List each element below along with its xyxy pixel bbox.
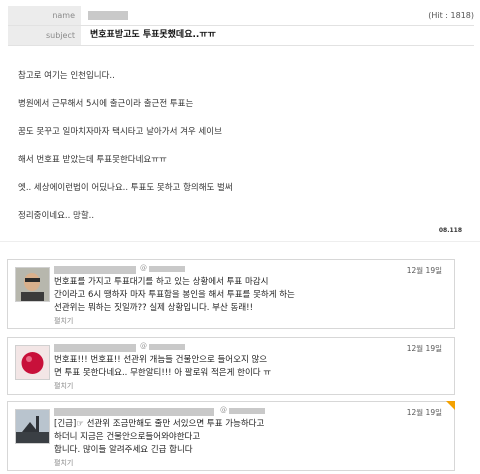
avatar xyxy=(15,409,50,444)
post-body-line: 병원에서 근무해서 5시에 출근이라 출근전 투표는 xyxy=(18,99,194,109)
tweet-text-line: [긴급]☞ 선관위 조금만해도 줄만 서있으면 투표 가능하다고 xyxy=(54,419,265,429)
tweet-date[interactable]: 12월 19일 xyxy=(407,407,442,418)
redacted-display-name xyxy=(54,344,136,352)
tweet-text-line: 하더니 지금은 건물안으로들어와야한다고 xyxy=(54,432,201,442)
post-body-line: 정리중이네요.. 망할.. xyxy=(18,211,95,221)
corner-flag-icon xyxy=(446,401,455,410)
redacted-handle xyxy=(149,344,185,350)
tweet-date[interactable]: 12월 19일 xyxy=(407,265,442,276)
avatar xyxy=(15,267,50,302)
tweet-text-line: 번호표!!! 번호표!! 선관위 개늠들 건물안으로 들어오지 않으 xyxy=(54,355,268,365)
name-label: name xyxy=(8,6,81,25)
tweet-card: @ 12월 19일 [긴급]☞ 선관위 조금만해도 줄만 서있으면 투표 가능하… xyxy=(7,401,455,471)
redacted-display-name xyxy=(54,266,136,274)
expand-link[interactable]: 펼치기 xyxy=(54,316,73,326)
expand-link[interactable]: 펼치기 xyxy=(54,381,73,391)
post-header: name (Hit : 1818) subject 변호표받고도 투표못했데요.… xyxy=(8,6,474,46)
section-divider xyxy=(0,241,480,242)
tweet-card: @ 12월 19일 번호표를 가지고 투표대기를 하고 있는 상황에서 투표 마… xyxy=(7,259,455,329)
user-photo-icon xyxy=(16,410,49,443)
post-subject: 변호표받고도 투표못했데요..ㅠㅠ xyxy=(90,30,216,40)
tweet-date[interactable]: 12월 19일 xyxy=(407,343,442,354)
post-body-line: 엣.. 세상에이런법이 어딨나요.. 투표도 못하고 항의해도 벌써 xyxy=(18,183,233,193)
name-row: name (Hit : 1818) xyxy=(8,6,474,26)
avatar xyxy=(15,345,50,380)
redacted-handle xyxy=(149,266,185,272)
redacted-author-name xyxy=(88,11,128,20)
expand-link[interactable]: 펼치기 xyxy=(54,458,73,468)
hit-count: (Hit : 1818) xyxy=(428,11,474,20)
tweet-handle: @ xyxy=(220,406,227,414)
tweet-text-line: 면 투표 못한다네요.. 무한알티!!! 아 팔로워 적은게 한이다 ㅠ xyxy=(54,368,272,378)
redacted-handle xyxy=(229,408,265,414)
tweet-text-line: 합니다. 많이들 알려주세요 긴급 합니다 xyxy=(54,445,193,455)
post-body-line: 꿈도 못꾸고 일마치자마자 택시타고 날아가서 겨우 세이브 xyxy=(18,127,222,137)
user-photo-icon xyxy=(16,268,49,301)
tweet-text-line: 선관위는 뭐하는 짓일까?? 실제 상황입니다. 부산 동래!! xyxy=(54,303,253,313)
tweet-text-line: 간이라고 6시 땡하자 마자 투표함을 봉인을 해서 투표를 못하게 하는 xyxy=(54,290,295,300)
subject-row: subject 변호표받고도 투표못했데요..ㅠㅠ xyxy=(8,26,474,46)
tweet-handle: @ xyxy=(140,264,147,272)
post-body-line: 참고로 여기는 인천입니다.. xyxy=(18,71,115,81)
tweet-text-line: 번호표를 가지고 투표대기를 하고 있는 상황에서 투표 마감시 xyxy=(54,277,269,287)
subject-label: subject xyxy=(8,26,81,45)
tweet-card: @ 12월 19일 번호표!!! 번호표!! 선관위 개늠들 건물안으로 들어오… xyxy=(7,337,455,395)
redacted-display-name xyxy=(54,408,214,416)
user-photo-icon xyxy=(16,346,49,379)
tweet-handle: @ xyxy=(140,342,147,350)
post-stamp: 08.118 xyxy=(438,227,462,234)
post-body-line: 해서 번호표 받았는데 투표못한다네요ㅠㅠ xyxy=(18,155,167,165)
